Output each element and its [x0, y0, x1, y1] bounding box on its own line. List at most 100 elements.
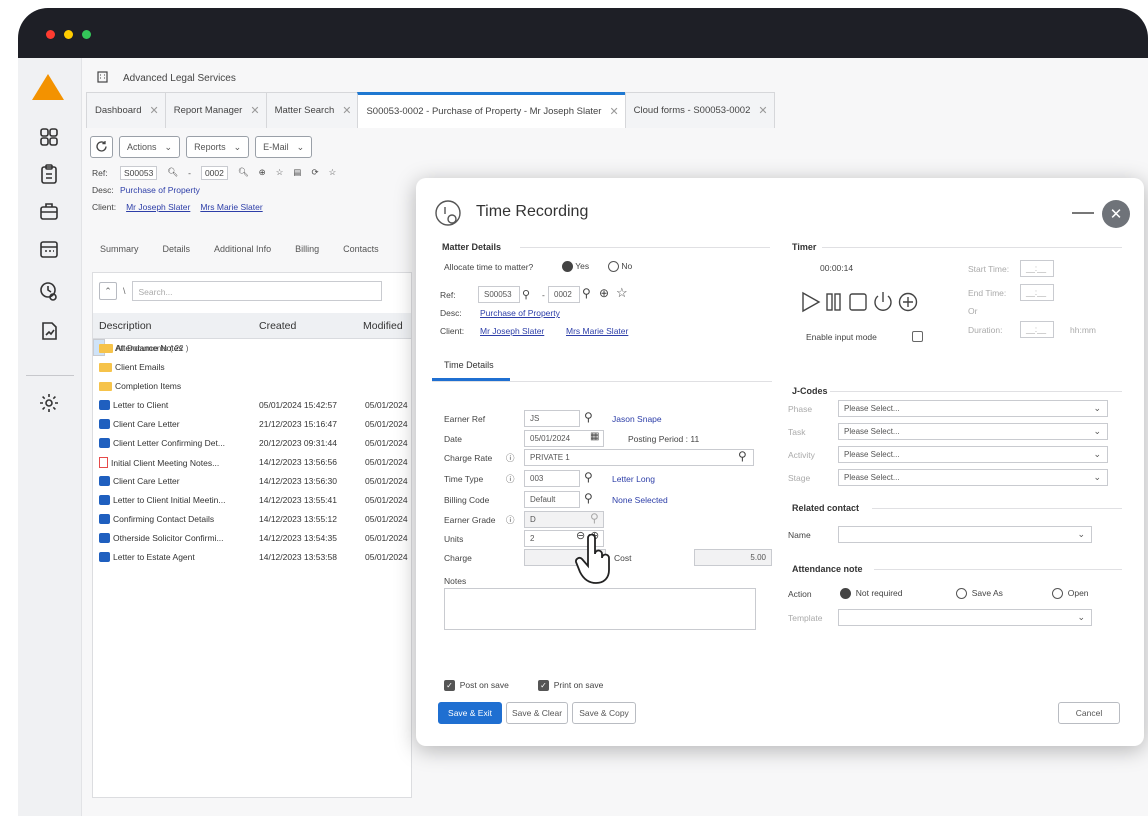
close-tab-icon[interactable]: ✕ [149, 104, 158, 117]
start-time-input[interactable]: __:__ [1020, 260, 1054, 277]
allocate-yes-radio[interactable]: Yes [562, 261, 589, 273]
add-circle-icon[interactable] [898, 292, 918, 312]
save-clear-button[interactable]: Save & Clear [506, 702, 568, 724]
search-icon[interactable]: 🔍︎ [167, 167, 178, 178]
tab-matter[interactable]: S00053-0002 - Purchase of Property - Mr … [357, 92, 626, 128]
save-exit-button[interactable]: Save & Exit [438, 702, 502, 724]
subtab-contacts[interactable]: Contacts [343, 244, 379, 254]
search-icon[interactable]: ⚲ [582, 286, 591, 300]
client-link-2[interactable]: Mrs Marie Slater [200, 202, 262, 212]
stop-icon[interactable] [849, 293, 867, 311]
star-icon[interactable]: ☆ [616, 285, 628, 301]
time-type-name-link[interactable]: Letter Long [612, 474, 655, 484]
ref-matter-input[interactable]: S00053 [478, 286, 520, 303]
earner-name-link[interactable]: Jason Snape [612, 414, 662, 424]
save-copy-button[interactable]: Save & Copy [572, 702, 636, 724]
col-modified[interactable]: Modified [363, 320, 403, 332]
end-time-input[interactable]: __:__ [1020, 284, 1054, 301]
subtab-billing[interactable]: Billing [295, 244, 319, 254]
briefcase-icon[interactable] [38, 200, 60, 222]
table-row[interactable]: Completion Items [93, 377, 411, 396]
close-tab-icon[interactable]: ✕ [758, 104, 767, 117]
table-row[interactable]: Initial Client Meeting Notes... 14/12/202… [93, 453, 411, 472]
open-radio[interactable]: Open [1052, 588, 1089, 600]
task-select[interactable]: Please Select... ⌄ [838, 423, 1108, 440]
col-description[interactable]: Description [99, 320, 152, 332]
dashboard-icon[interactable] [38, 126, 60, 148]
table-row[interactable]: Client Care Letter 21/12/2023 15:16:47 05/… [93, 415, 411, 434]
post-on-save-checkbox[interactable]: ✓ Post on save [444, 680, 509, 692]
ref-number-input[interactable]: 0002 [548, 286, 580, 303]
notes-textarea[interactable] [444, 588, 756, 630]
earner-ref-input[interactable]: JS [524, 410, 580, 427]
reports-dropdown[interactable]: Reports ⌄ [186, 136, 250, 158]
stage-select[interactable]: Please Select... ⌄ [838, 469, 1108, 486]
tab-matter-search[interactable]: Matter Search ✕ [265, 92, 359, 128]
info-icon[interactable]: ⓘ [506, 514, 515, 526]
table-row[interactable]: Client Letter Confirming Det... 20/12/202… [93, 434, 411, 453]
duration-input[interactable]: __:__ [1020, 321, 1054, 338]
star-icon[interactable]: ☆ [276, 167, 284, 178]
time-recording-icon[interactable] [38, 280, 60, 302]
search-icon[interactable]: 🔍︎ [238, 167, 249, 178]
search-icon[interactable]: ⚲ [584, 491, 593, 505]
close-dialog-button[interactable]: ✕ [1102, 200, 1130, 228]
ref-number-field[interactable]: 0002 [200, 165, 228, 180]
search-icon[interactable]: ⚲ [584, 470, 593, 484]
search-icon[interactable]: ⚲ [738, 449, 747, 463]
reports-icon[interactable] [38, 320, 60, 342]
search-icon[interactable]: ⚲ [522, 288, 530, 301]
save-as-radio[interactable]: Save As [956, 588, 1003, 600]
search-icon[interactable]: ⚲ [584, 410, 593, 424]
power-icon[interactable] [874, 292, 892, 311]
calendar-icon[interactable]: ▦ [590, 431, 599, 442]
minimize-window-dot[interactable] [64, 30, 73, 39]
client-link-2[interactable]: Mrs Marie Slater [566, 326, 628, 336]
client-link-1[interactable]: Mr Joseph Slater [480, 326, 544, 336]
table-row[interactable]: Attendance Notes [93, 339, 411, 358]
minimize-dialog-button[interactable] [1072, 212, 1094, 214]
actions-dropdown[interactable]: Actions ⌄ [119, 136, 181, 158]
add-circle-icon[interactable]: ⊕ [599, 286, 609, 300]
tab-report-manager[interactable]: Report Manager ✕ [164, 92, 267, 128]
charge-rate-input[interactable]: PRIVATE 1 [524, 449, 754, 466]
table-row[interactable]: Letter to Client Initial Meetin... 14/12/… [93, 491, 411, 510]
billing-code-input[interactable]: Default [524, 491, 580, 508]
info-icon[interactable]: ⓘ [506, 473, 515, 485]
add-circle-icon[interactable]: ⊕ [259, 167, 266, 178]
contact-name-select[interactable]: ⌄ [838, 526, 1092, 543]
close-window-dot[interactable] [46, 30, 55, 39]
star-icon[interactable]: ☆ [329, 167, 337, 178]
email-dropdown[interactable]: E-Mail ⌄ [255, 136, 313, 158]
printer-icon[interactable]: ▤ [293, 167, 301, 178]
refresh-button[interactable] [90, 136, 113, 158]
table-row[interactable]: Client Emails [93, 358, 411, 377]
activity-select[interactable]: Please Select... ⌄ [838, 446, 1108, 463]
subtab-summary[interactable]: Summary [100, 244, 139, 254]
table-row[interactable]: Confirming Contact Details 14/12/2023 13:… [93, 510, 411, 529]
clipboard-icon[interactable] [38, 163, 60, 185]
billing-code-name-link[interactable]: None Selected [612, 495, 668, 505]
table-row[interactable]: Client Care Letter 14/12/2023 13:56:30 05/… [93, 472, 411, 491]
doc-search-input[interactable]: Search... [131, 281, 382, 301]
maximize-window-dot[interactable] [82, 30, 91, 39]
info-icon[interactable]: ⓘ [506, 452, 515, 464]
cancel-button[interactable]: Cancel [1058, 702, 1120, 724]
subtab-details[interactable]: Details [163, 244, 191, 254]
phase-select[interactable]: Please Select... ⌄ [838, 400, 1108, 417]
ref-matter-field[interactable]: S00053 [120, 165, 158, 180]
settings-gear-icon[interactable] [38, 392, 60, 414]
tab-time-details[interactable]: Time Details [444, 360, 494, 370]
close-tab-icon[interactable]: ✕ [342, 104, 351, 117]
col-created[interactable]: Created [259, 320, 296, 332]
tab-dashboard[interactable]: Dashboard ✕ [86, 92, 166, 128]
template-select[interactable]: ⌄ [838, 609, 1092, 626]
client-link-1[interactable]: Mr Joseph Slater [126, 202, 190, 212]
time-type-input[interactable]: 003 [524, 470, 580, 487]
table-row[interactable]: Letter to Client 05/01/2024 15:42:57 05/01… [93, 396, 411, 415]
close-tab-icon[interactable]: ✕ [250, 104, 259, 117]
play-icon[interactable] [802, 291, 821, 313]
not-required-radio[interactable]: Not required [840, 588, 903, 600]
calendar-icon[interactable] [38, 238, 60, 260]
refresh-doc-icon[interactable]: ⟳ [311, 167, 318, 178]
